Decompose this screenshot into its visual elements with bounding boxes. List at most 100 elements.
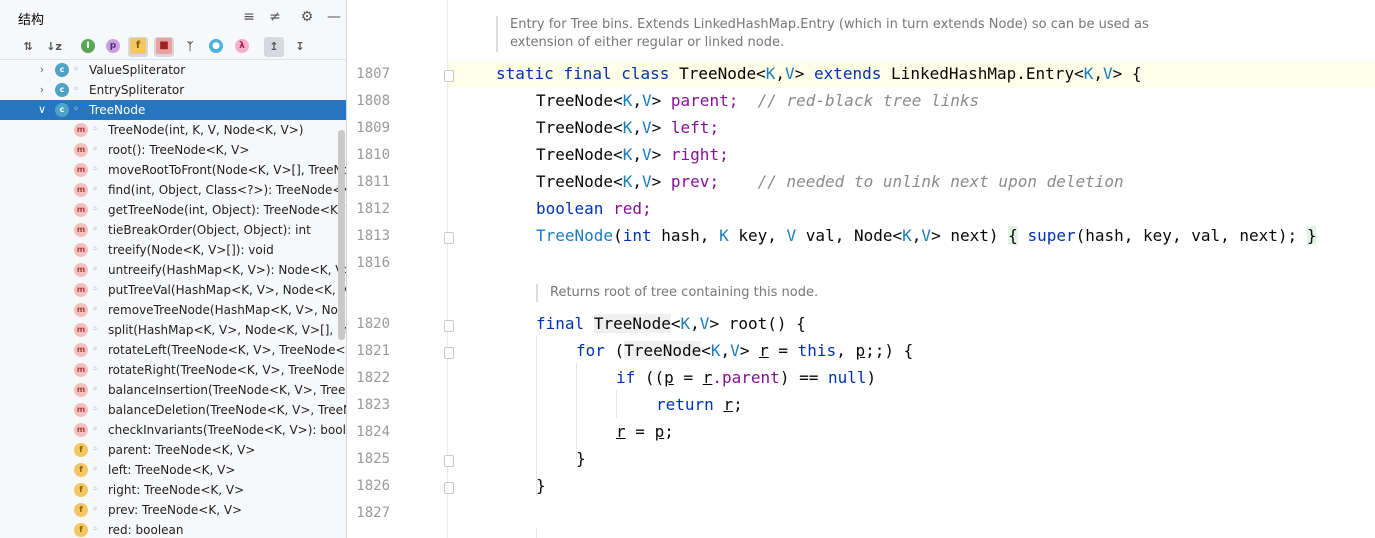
- tree-item-field[interactable]: f ◦ parent: TreeNode<K, V>: [0, 440, 346, 460]
- type-param-v: V: [699, 314, 710, 333]
- visibility-icon: ◦: [92, 284, 98, 295]
- folded-brace-open[interactable]: {: [1008, 226, 1018, 245]
- tree-item-label: untreeify(HashMap<K, V>): Node<K, V>: [108, 263, 347, 277]
- fold-marker-icon[interactable]: [444, 482, 454, 494]
- tree-item-label: tieBreakOrder(Object, Object): int: [108, 223, 311, 237]
- tree-item-class[interactable]: ∨ c ◦ TreeNode: [0, 100, 346, 120]
- punct: ,: [720, 341, 731, 360]
- tree-item-label: TreeNode: [89, 103, 146, 117]
- visibility-icon: ◦: [92, 184, 98, 195]
- autoscroll-from-source-icon[interactable]: ↧: [290, 37, 310, 57]
- fold-marker-icon[interactable]: [444, 70, 454, 82]
- fold-marker-icon[interactable]: [444, 320, 454, 332]
- folded-brace-close[interactable]: }: [1306, 226, 1317, 245]
- tree-item-class[interactable]: › c ◦ EntrySpliterator: [0, 80, 346, 100]
- show-anonymous-icon[interactable]: ᛉ: [180, 37, 200, 57]
- type-param-k: K: [765, 64, 776, 83]
- tree-item-method[interactable]: m ◦ TreeNode(int, K, V, Node<K, V>): [0, 120, 346, 140]
- fold-marker-icon[interactable]: [444, 232, 454, 244]
- tree-item-method[interactable]: m ◦ treeify(Node<K, V>[]): void: [0, 240, 346, 260]
- indent-guide: [536, 336, 537, 496]
- tree-item-method[interactable]: m ◦ removeTreeNode(HashMap<K, V>, Node<K, …: [0, 300, 346, 320]
- tree-item-method[interactable]: m ◦ getTreeNode(int, Object): TreeNode<K, …: [0, 200, 346, 220]
- settings-icon[interactable]: ⚙: [298, 8, 316, 26]
- autoscroll-to-source-icon[interactable]: ↥: [264, 37, 284, 57]
- punct: ,: [911, 226, 922, 245]
- indent-guide: [536, 528, 537, 538]
- fold-marker-icon[interactable]: [444, 455, 454, 467]
- visibility-icon: ◦: [73, 84, 79, 95]
- field-icon: f: [74, 503, 88, 517]
- tree-item-label: right: TreeNode<K, V>: [108, 483, 245, 497]
- show-fields-icon[interactable]: f: [128, 37, 148, 57]
- tree-item-method[interactable]: m ◦ tieBreakOrder(Object, Object): int: [0, 220, 346, 240]
- type-param-v: V: [785, 64, 795, 83]
- generic-open: <: [756, 64, 766, 83]
- fold-marker-icon[interactable]: [444, 347, 454, 359]
- show-properties-icon[interactable]: p: [103, 37, 123, 57]
- line-number: 1811: [356, 174, 390, 190]
- code-line-1821: for (TreeNode<K,V> r = this, p;;) {: [576, 341, 913, 360]
- call-args: (hash, key, val, next);: [1075, 226, 1298, 245]
- expand-all-icon[interactable]: ≡: [240, 8, 258, 26]
- tree-item-method[interactable]: m ◦ balanceDeletion(TreeNode<K, V>, TreeNo…: [0, 400, 346, 420]
- var-p: p: [664, 368, 674, 387]
- lambda-icon[interactable]: λ: [232, 37, 252, 57]
- method-icon: m: [74, 323, 88, 337]
- sort-by-visibility-icon[interactable]: ⇅: [18, 37, 38, 57]
- tree-item-class[interactable]: › c ◦ ValueSpliterator: [0, 60, 346, 80]
- show-lambdas-icon[interactable]: ●: [206, 37, 226, 57]
- brace: }: [576, 449, 586, 468]
- tree-item-method[interactable]: m ◦ balanceInsertion(TreeNode<K, V>, TreeN…: [0, 380, 346, 400]
- keyword-final: final: [536, 314, 585, 333]
- tree-item-method[interactable]: m ◦ putTreeVal(HashMap<K, V>, Node<K, V>[]…: [0, 280, 346, 300]
- structure-scrollbar[interactable]: [338, 130, 345, 340]
- code-line-1826: }: [536, 476, 546, 495]
- doc-comment-root: Returns root of tree containing this nod…: [536, 284, 936, 302]
- type-name: Node<: [853, 226, 903, 245]
- type-param-v: V: [1103, 64, 1113, 83]
- type-param-v: V: [641, 118, 652, 137]
- var-p: p: [654, 422, 665, 441]
- chevron-right-icon[interactable]: ›: [36, 60, 48, 80]
- collapse-all-icon[interactable]: ≠: [266, 8, 284, 26]
- minimize-icon[interactable]: —: [325, 8, 343, 26]
- chevron-right-icon[interactable]: ›: [36, 80, 48, 100]
- generic-close: >: [794, 64, 805, 83]
- tree-item-method[interactable]: m ◦ find(int, Object, Class<?>): TreeNode<…: [0, 180, 346, 200]
- keyword-static: static: [496, 64, 554, 83]
- brace: {: [1131, 64, 1142, 83]
- type-param-v: V: [786, 226, 797, 245]
- type-param-k: K: [622, 118, 633, 137]
- punct: ((: [644, 368, 665, 387]
- operator: =: [635, 422, 645, 441]
- tree-item-method[interactable]: m ◦ root(): TreeNode<K, V>: [0, 140, 346, 160]
- tree-item-method[interactable]: m ◦ moveRootToFront(Node<K, V>[], TreeNode…: [0, 160, 346, 180]
- tree-item-method[interactable]: m ◦ checkInvariants(TreeNode<K, V>): boole…: [0, 420, 346, 440]
- line-comment: // red-black tree links: [757, 91, 980, 110]
- tree-item-field[interactable]: f ◦ right: TreeNode<K, V>: [0, 480, 346, 500]
- method-icon: m: [74, 223, 88, 237]
- param-hash: hash,: [661, 226, 710, 245]
- tree-item-field[interactable]: f ◦ prev: TreeNode<K, V>: [0, 500, 346, 520]
- tree-item-method[interactable]: m ◦ rotateRight(TreeNode<K, V>, TreeNode<K…: [0, 360, 346, 380]
- operator: =: [778, 341, 789, 360]
- structure-panel-header: 结构 ≡ ≠ ⚙ —: [0, 0, 346, 34]
- sort-alphabetically-icon[interactable]: ↓z: [44, 37, 64, 57]
- type-name: TreeNode<: [536, 118, 623, 137]
- tree-item-method[interactable]: m ◦ split(HashMap<K, V>, Node<K, V>[], int…: [0, 320, 346, 340]
- tree-item-method[interactable]: m ◦ rotateLeft(TreeNode<K, V>, TreeNode<K,…: [0, 340, 346, 360]
- line-comment: // needed to unlink next upon deletion: [757, 172, 1124, 191]
- line-number: 1812: [356, 201, 390, 217]
- show-non-public-icon[interactable]: ■: [154, 37, 174, 57]
- visibility-icon: ◦: [92, 224, 98, 235]
- punct: ;: [664, 422, 674, 441]
- tree-item-field[interactable]: f ◦ left: TreeNode<K, V>: [0, 460, 346, 480]
- tree-item-method[interactable]: m ◦ untreeify(HashMap<K, V>): Node<K, V>: [0, 260, 347, 280]
- visibility-icon: ◦: [92, 124, 98, 135]
- show-inherited-icon[interactable]: I: [78, 37, 98, 57]
- tree-item-label: balanceDeletion(TreeNode<K, V>, TreeNode…: [108, 403, 346, 417]
- chevron-down-icon[interactable]: ∨: [36, 100, 48, 120]
- tree-item-field[interactable]: f ◦ red: boolean: [0, 520, 346, 538]
- code-editor[interactable]: 1807 1808 1809 1810 1811 1812 1813 1816 1820 1821…: [348, 0, 1375, 538]
